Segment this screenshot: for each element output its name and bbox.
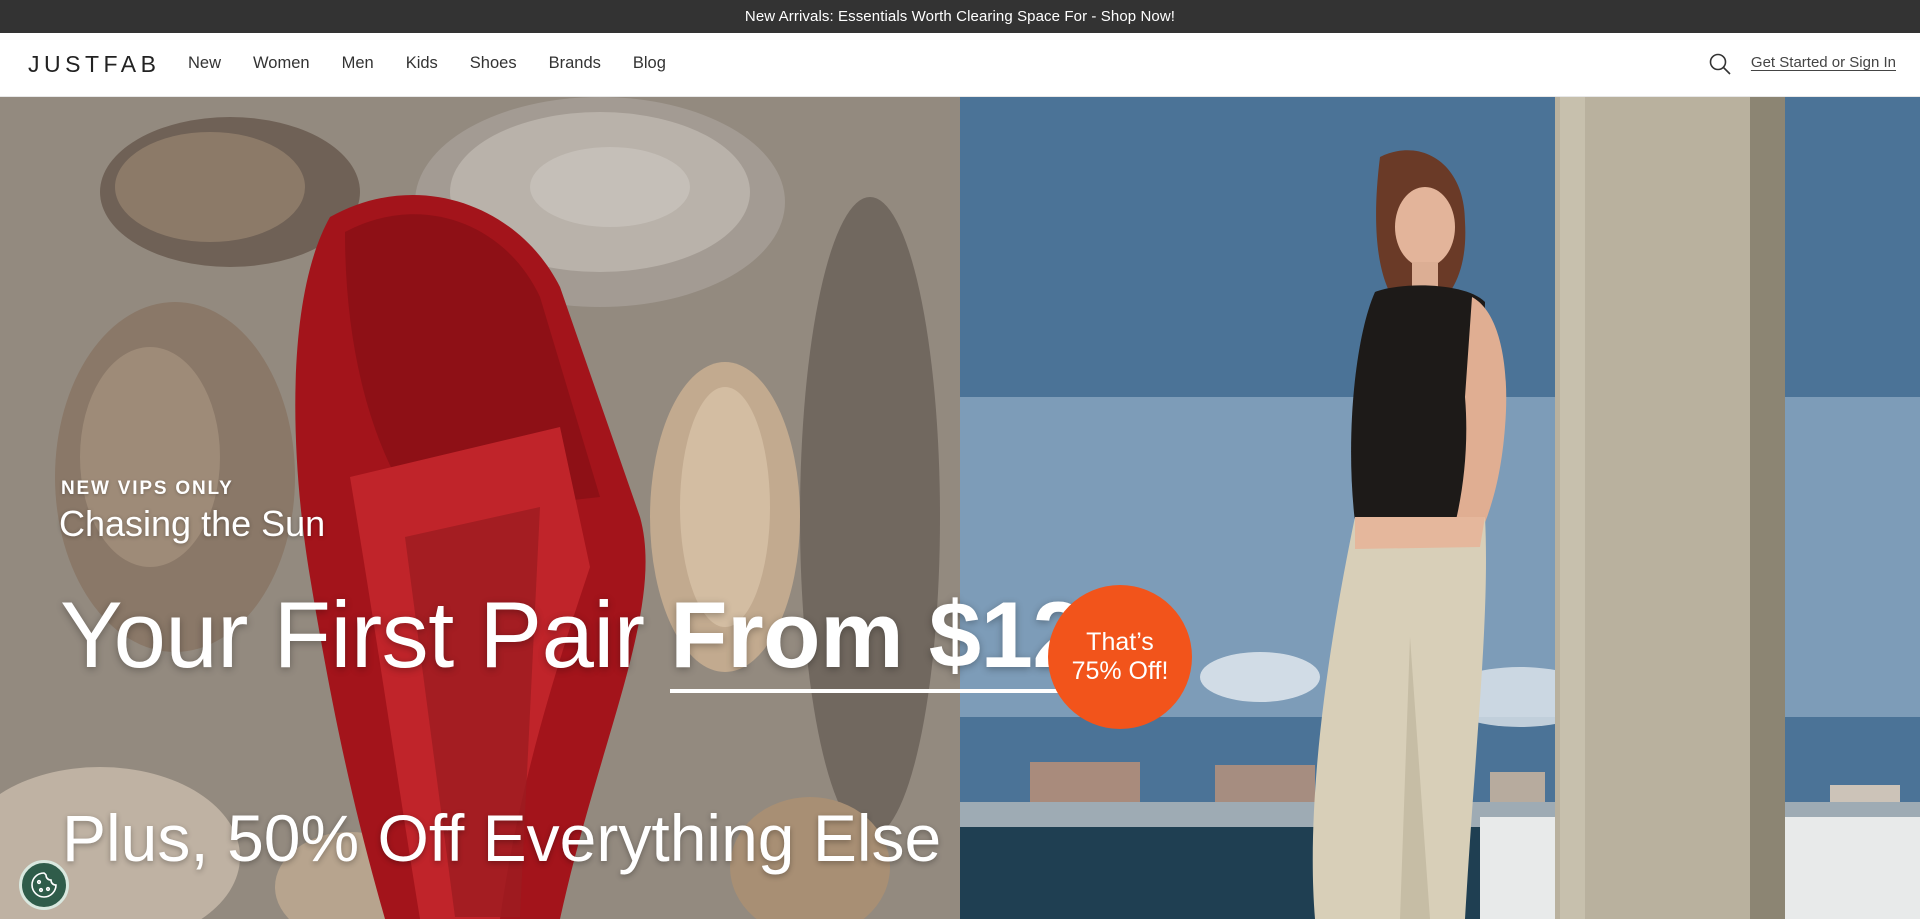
nav-item-brands[interactable]: Brands bbox=[549, 54, 601, 73]
signin-link[interactable]: Get Started or Sign In bbox=[1751, 54, 1896, 71]
search-icon[interactable] bbox=[1708, 52, 1732, 76]
badge-line-1: That’s bbox=[1086, 628, 1154, 657]
promo-banner-text[interactable]: New Arrivals: Essentials Worth Clearing … bbox=[745, 8, 1175, 25]
hero-headline-highlight: From $12 bbox=[670, 582, 1085, 693]
justfab-logo[interactable]: JUSTFAB bbox=[28, 51, 160, 78]
hero-banner[interactable]: NEW VIPS ONLY Chasing the Sun Your First… bbox=[0, 97, 1920, 919]
nav-item-men[interactable]: Men bbox=[342, 54, 374, 73]
nav-item-kids[interactable]: Kids bbox=[406, 54, 438, 73]
hero-headline: Your First Pair From $12 bbox=[60, 582, 1085, 693]
hero-model-image bbox=[960, 97, 1920, 919]
hero-subline: Plus, 50% Off Everything Else bbox=[62, 801, 942, 875]
cookie-icon bbox=[31, 872, 57, 898]
hero-tagline: Chasing the Sun bbox=[59, 503, 326, 544]
site-header: JUSTFAB New Women Men Kids Shoes Brands … bbox=[0, 33, 1920, 97]
badge-line-2: 75% Off! bbox=[1071, 657, 1169, 685]
hero-headline-plain: Your First Pair bbox=[60, 582, 671, 687]
main-nav: New Women Men Kids Shoes Brands Blog bbox=[188, 54, 698, 73]
nav-item-blog[interactable]: Blog bbox=[633, 54, 666, 73]
nav-item-shoes[interactable]: Shoes bbox=[470, 54, 517, 73]
promo-banner[interactable]: New Arrivals: Essentials Worth Clearing … bbox=[0, 0, 1920, 33]
nav-item-new[interactable]: New bbox=[188, 54, 221, 73]
nav-item-women[interactable]: Women bbox=[253, 54, 310, 73]
cookie-settings-button[interactable] bbox=[19, 860, 69, 910]
discount-badge: That’s 75% Off! bbox=[1048, 585, 1192, 729]
hero-eyebrow: NEW VIPS ONLY bbox=[61, 478, 234, 499]
